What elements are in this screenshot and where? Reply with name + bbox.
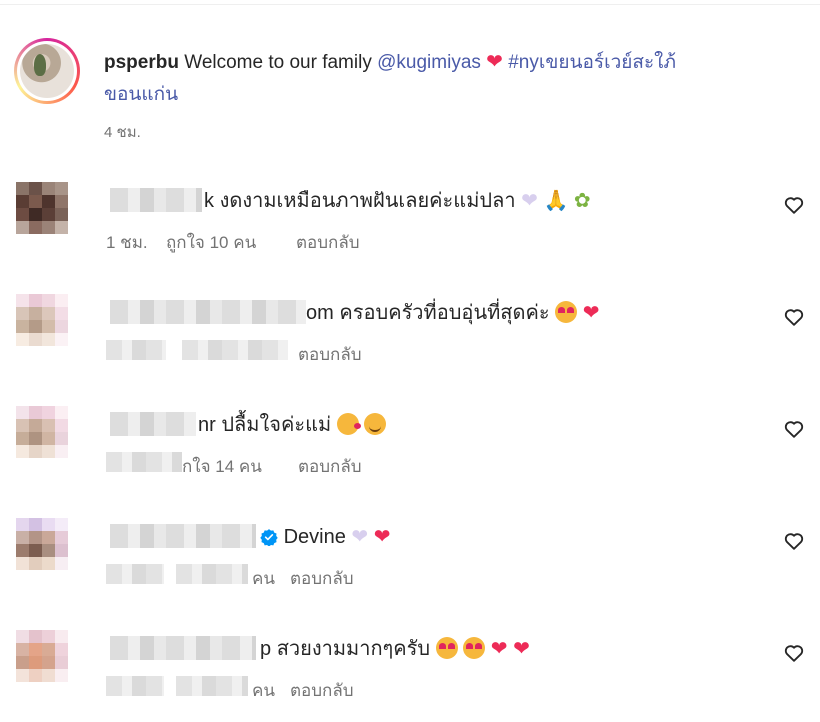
post-author-avatar[interactable] — [14, 38, 80, 104]
heart-outline-icon[interactable] — [783, 306, 805, 328]
comment-text: om ครอบครัวที่อบอุ่นที่สุดค่ะ ❤ — [306, 301, 600, 324]
comment-time: 1 ชม. — [106, 233, 148, 252]
white-heart-emoji: ❤ — [521, 190, 538, 212]
mention-link[interactable]: @kugimiyas — [377, 52, 481, 73]
commenter-avatar-blurred[interactable] — [16, 182, 68, 234]
red-heart-emoji: ❤ — [490, 638, 508, 660]
heart-eyes-emoji — [555, 301, 578, 323]
comment-text: p สวยงามมากๆครับ ❤ ❤ — [260, 637, 530, 660]
comment-item: Devine ❤ ❤ คน ตอบกลับ — [16, 518, 806, 610]
reply-button[interactable]: ตอบกลับ — [290, 677, 354, 704]
red-heart-emoji: ❤ — [513, 638, 530, 660]
red-heart-emoji: ❤ — [582, 302, 600, 324]
comment-likes[interactable]: คน — [252, 677, 275, 704]
reply-button[interactable]: ตอบกลับ — [298, 453, 362, 480]
comment-likes[interactable]: คน — [252, 565, 275, 592]
red-heart-emoji: ❤ — [373, 526, 391, 548]
heart-eyes-emoji — [463, 637, 486, 659]
top-divider — [0, 4, 820, 5]
comment-text: nr ปลื้มใจค่ะแม่ — [198, 412, 387, 438]
reply-button[interactable]: ตอบกลับ — [290, 565, 354, 592]
red-heart-emoji: ❤ — [486, 51, 503, 73]
comment-likes-blurred[interactable] — [176, 676, 248, 696]
heart-outline-icon[interactable] — [783, 642, 805, 664]
commenter-avatar-blurred[interactable] — [16, 294, 68, 346]
heart-outline-icon[interactable] — [783, 194, 805, 216]
post-username[interactable]: psperbu — [104, 52, 179, 73]
commenter-username-blurred[interactable] — [110, 636, 256, 660]
reply-button[interactable]: ตอบกลับ — [298, 341, 362, 368]
comment-item: nr ปลื้มใจค่ะแม่ กใจ 14 คน ตอบกลับ — [16, 406, 806, 498]
comment-item: k งดงามเหมือนภาพฝันเลยค่ะแม่ปลา ❤ 🙏 ✿ 1 … — [16, 182, 806, 274]
comment-text: k งดงามเหมือนภาพฝันเลยค่ะแม่ปลา ❤ 🙏 ✿ — [204, 190, 591, 212]
comment-likes[interactable]: ถูกใจ 10 คน — [166, 229, 256, 256]
smiling-face-emoji — [364, 413, 387, 435]
post-timestamp: 4 ชม. — [104, 124, 141, 141]
commenter-username-blurred[interactable] — [110, 300, 306, 324]
heart-outline-icon[interactable] — [783, 530, 805, 552]
comment-time-blurred — [106, 564, 164, 584]
avatar-photo — [20, 44, 74, 98]
heart-eyes-emoji — [435, 637, 458, 659]
comment-likes-blurred[interactable] — [176, 564, 248, 584]
white-heart-emoji: ❤ — [351, 526, 369, 548]
caption-body: Welcome to our family — [184, 52, 372, 73]
comment-time-blurred — [106, 676, 164, 696]
reply-button[interactable]: ตอบกลับ — [296, 229, 360, 256]
commenter-username-blurred[interactable] — [110, 412, 196, 436]
verified-badge-icon — [260, 529, 278, 546]
comment-likes[interactable]: กใจ 14 คน — [182, 453, 262, 480]
commenter-avatar-blurred[interactable] — [16, 630, 68, 682]
commenter-avatar-blurred[interactable] — [16, 518, 68, 570]
comment-item: om ครอบครัวที่อบอุ่นที่สุดค่ะ ❤ ตอบกลับ — [16, 294, 806, 386]
caption-text: psperbu Welcome to our family @kugimiyas… — [104, 46, 804, 111]
comment-time-blurred — [106, 452, 182, 472]
folded-hands-emoji: 🙏 — [543, 190, 569, 212]
herb-emoji: ✿ — [573, 190, 591, 212]
comment-item: p สวยงามมากๆครับ ❤ ❤ คน ตอบกลับ — [16, 630, 806, 722]
comment-likes-blurred[interactable] — [182, 340, 288, 360]
face-blowing-kiss-emoji — [336, 413, 361, 435]
heart-outline-icon[interactable] — [783, 418, 805, 440]
commenter-username-blurred[interactable] — [110, 524, 256, 548]
comment-text: Devine ❤ ❤ — [260, 524, 390, 550]
commenter-avatar-blurred[interactable] — [16, 406, 68, 458]
commenter-username-blurred[interactable] — [110, 188, 202, 212]
comment-time-blurred — [106, 340, 166, 360]
